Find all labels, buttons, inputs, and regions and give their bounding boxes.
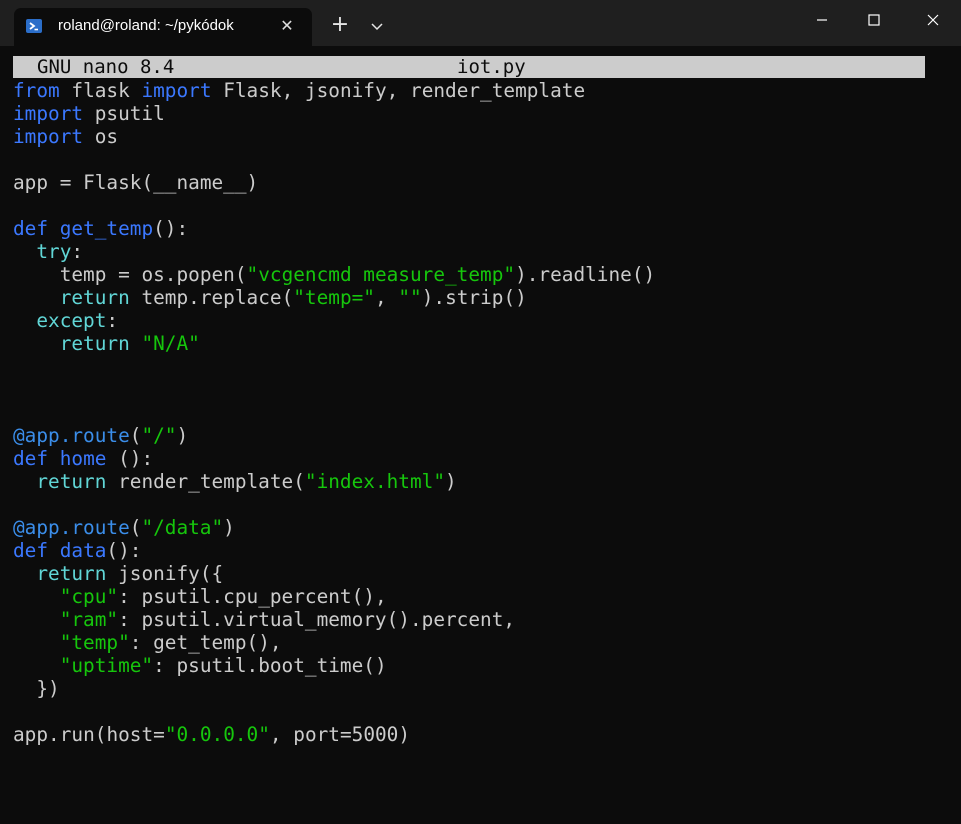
code-line: import os: [13, 125, 119, 148]
code-line: except:: [36, 309, 119, 332]
code-line: import psutil: [13, 102, 165, 125]
code-line: "cpu": psutil.cpu_percent(),: [59, 585, 387, 608]
close-window-icon[interactable]: [910, 0, 956, 40]
code-line: @app.route("/"): [13, 424, 189, 447]
code-line: def home ():: [13, 447, 154, 470]
nano-title-bar: GNU nano 8.4 iot.py: [13, 56, 925, 78]
title-bar: roland@roland: ~/pykódok ✕ +: [0, 0, 961, 46]
code-line: temp = os.popen("vcgencmd measure_temp")…: [59, 263, 656, 286]
close-tab-icon[interactable]: ✕: [276, 15, 298, 37]
chevron-down-icon[interactable]: [366, 14, 388, 38]
code-line: }): [13, 677, 60, 700]
code-line: def get_temp():: [13, 217, 189, 240]
code-line: app = Flask(__name__): [13, 171, 259, 194]
code-line: return temp.replace("temp=", "").strip(): [59, 286, 527, 309]
new-tab-button[interactable]: +: [328, 14, 352, 38]
code-line: return "N/A": [59, 332, 200, 355]
nano-filename: iot.py: [457, 56, 526, 78]
code-line: "temp": get_temp(),: [59, 631, 282, 654]
code-line: return render_template("index.html"): [36, 470, 457, 493]
editor-buffer[interactable]: from flask import Flask, jsonify, render…: [13, 79, 655, 746]
code-line: "ram": psutil.virtual_memory().percent,: [59, 608, 516, 631]
terminal-content[interactable]: GNU nano 8.4 iot.py from flask import Fl…: [13, 56, 953, 816]
tab-title: roland@roland: ~/pykódok: [58, 17, 234, 34]
terminal-window: roland@roland: ~/pykódok ✕ + GNU nano 8.…: [0, 0, 961, 824]
code-line: app.run(host="0.0.0.0", port=5000): [13, 723, 411, 746]
code-line: from flask import Flask, jsonify, render…: [13, 79, 586, 102]
code-line: @app.route("/data"): [13, 516, 235, 539]
code-line: try:: [36, 240, 84, 263]
maximize-icon[interactable]: [851, 0, 897, 40]
code-line: "uptime": psutil.boot_time(): [59, 654, 387, 677]
code-line: return jsonify({: [36, 562, 224, 585]
terminal-tab[interactable]: roland@roland: ~/pykódok ✕: [14, 8, 312, 46]
nano-version: GNU nano 8.4: [37, 56, 175, 78]
powershell-icon: [26, 19, 42, 33]
code-line: def data():: [13, 539, 142, 562]
minimize-icon[interactable]: [799, 0, 845, 40]
